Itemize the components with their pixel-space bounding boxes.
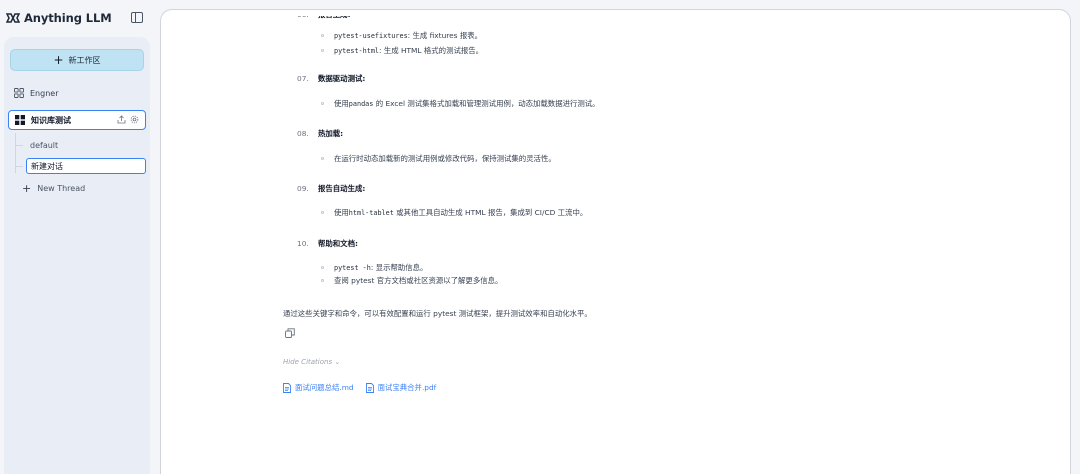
- thread-branch-line: [15, 145, 23, 146]
- upload-icon[interactable]: [117, 115, 126, 124]
- section-number: 08.: [297, 129, 309, 138]
- inline-code: pytest -h: [334, 264, 371, 272]
- grid-outline-icon: [14, 88, 24, 98]
- sidebar-toggle-icon[interactable]: [131, 12, 143, 23]
- chevron-down-icon: ⌄: [334, 358, 341, 366]
- section-title: 帮助和文档:: [318, 239, 358, 248]
- bullet-dot: [321, 157, 324, 160]
- plus-icon: +: [53, 53, 64, 67]
- bullet-dot: [321, 34, 324, 37]
- list-item: 查阅 pytest 官方文档或社区资源以了解更多信息。: [321, 275, 502, 286]
- thread-item-default[interactable]: default: [26, 137, 146, 153]
- list-text: 或其他工具自动生成 HTML 报告，集成到 CI/CD 工流中。: [393, 208, 588, 217]
- bullet-dot: [321, 266, 324, 269]
- list-item: pytest-html: 生成 HTML 格式的测试报告。: [321, 45, 483, 56]
- bullet-dot: [321, 279, 324, 282]
- thread-branch-line: [15, 166, 23, 167]
- list-item: 使用html-tablet 或其他工具自动生成 HTML 报告，集成到 CI/C…: [321, 207, 587, 218]
- list-text: 使用: [334, 208, 349, 217]
- brand: Anything LLM: [6, 10, 112, 26]
- scroll-clip: [283, 10, 983, 16]
- hide-citations-label: Hide Citations: [283, 358, 333, 366]
- section-number: 07.: [297, 74, 309, 83]
- inline-code: pytest-html: [334, 47, 380, 55]
- list-text: 查阅 pytest 官方文档或社区资源以了解更多信息。: [334, 276, 503, 285]
- bullet-dot: [321, 211, 324, 214]
- brand-name: Anything LLM: [24, 11, 112, 25]
- bullet-dot: [321, 49, 324, 52]
- gear-icon[interactable]: [130, 115, 139, 124]
- list-item: pytest -h: 显示帮助信息。: [321, 262, 427, 273]
- new-workspace-label: 新工作区: [68, 55, 101, 65]
- citation-item[interactable]: 面试问题总结.md: [283, 382, 354, 393]
- section-number: 09.: [297, 184, 309, 193]
- document-icon: [283, 382, 291, 393]
- app-window: Anything LLM + 新工作区 Engner 知识库测试 default…: [0, 0, 1080, 474]
- list-item: 在运行时动态加载新的测试用例或修改代码，保持测试集的灵活性。: [321, 153, 556, 164]
- section-number: 10.: [297, 239, 309, 248]
- thread-label: 新建对话: [31, 161, 63, 171]
- citation-item[interactable]: 面试宝典合并.pdf: [365, 382, 437, 393]
- section-heading: 10. 帮助和文档:: [297, 238, 358, 249]
- thread-label: default: [30, 140, 59, 150]
- copy-icon[interactable]: [285, 328, 295, 338]
- new-workspace-button[interactable]: + 新工作区: [10, 49, 144, 71]
- new-thread-label: New Thread: [37, 183, 86, 193]
- document-icon: [365, 382, 374, 393]
- list-text: : 生成 HTML 格式的测试报告。: [379, 46, 484, 55]
- list-text: : 显示帮助信息。: [370, 263, 428, 272]
- workspace-label: Engner: [30, 88, 59, 98]
- workspace-panel: + 新工作区 Engner 知识库测试 default 新建对话 + New T…: [4, 37, 150, 474]
- new-thread-button[interactable]: + New Thread: [22, 180, 85, 196]
- sidebar: Anything LLM + 新工作区 Engner 知识库测试 default…: [0, 0, 152, 474]
- summary-paragraph: 通过这些关键字和命令，可以有效配置和运行 pytest 测试框架，提升测试效率和…: [283, 309, 592, 318]
- workspace-label: 知识库测试: [31, 115, 71, 125]
- citation-list: 面试问题总结.md 面试宝典合并.pdf: [283, 382, 436, 393]
- section-title: 数据驱动测试:: [318, 74, 366, 83]
- citation-label: 面试问题总结.md: [295, 383, 354, 392]
- anythingllm-logo-icon: [6, 13, 20, 23]
- inline-code: pytest-usefixtures: [334, 32, 408, 40]
- citation-label: 面试宝典合并.pdf: [377, 383, 437, 392]
- inline-code: html-tablet: [348, 209, 394, 217]
- list-text: 的 Excel 测试集格式加载和管理测试用例，动态加载数据进行测试。: [373, 99, 600, 108]
- inline-code: pandas: [348, 100, 374, 108]
- grid-filled-icon: [15, 115, 25, 125]
- workspace-item-engner[interactable]: Engner: [8, 83, 146, 103]
- thread-tree-line: [15, 133, 16, 173]
- plus-icon: +: [22, 181, 32, 195]
- hide-citations-toggle[interactable]: Hide Citations ⌄: [283, 358, 340, 366]
- thread-item-new-chat[interactable]: 新建对话: [26, 158, 146, 174]
- section-title: 报告自动生成:: [318, 184, 366, 193]
- list-text: : 生成 fixtures 报表。: [407, 31, 483, 40]
- section-heading: 07. 数据驱动测试:: [297, 73, 365, 84]
- chat-panel: 06. 报告生成: pytest-usefixtures: 生成 fixture…: [160, 9, 1071, 474]
- workspace-item-knowledge-test[interactable]: 知识库测试: [8, 110, 146, 130]
- bullet-dot: [321, 102, 324, 105]
- list-text: 在运行时动态加载新的测试用例或修改代码，保持测试集的灵活性。: [334, 154, 556, 163]
- workspace-actions: [117, 115, 139, 124]
- list-item: 使用pandas 的 Excel 测试集格式加载和管理测试用例，动态加载数据进行…: [321, 98, 600, 109]
- list-item: pytest-usefixtures: 生成 fixtures 报表。: [321, 30, 482, 41]
- list-text: 使用: [334, 99, 349, 108]
- section-title: 热加载:: [318, 129, 344, 138]
- section-heading: 09. 报告自动生成:: [297, 183, 365, 194]
- section-heading: 08. 热加载:: [297, 128, 343, 139]
